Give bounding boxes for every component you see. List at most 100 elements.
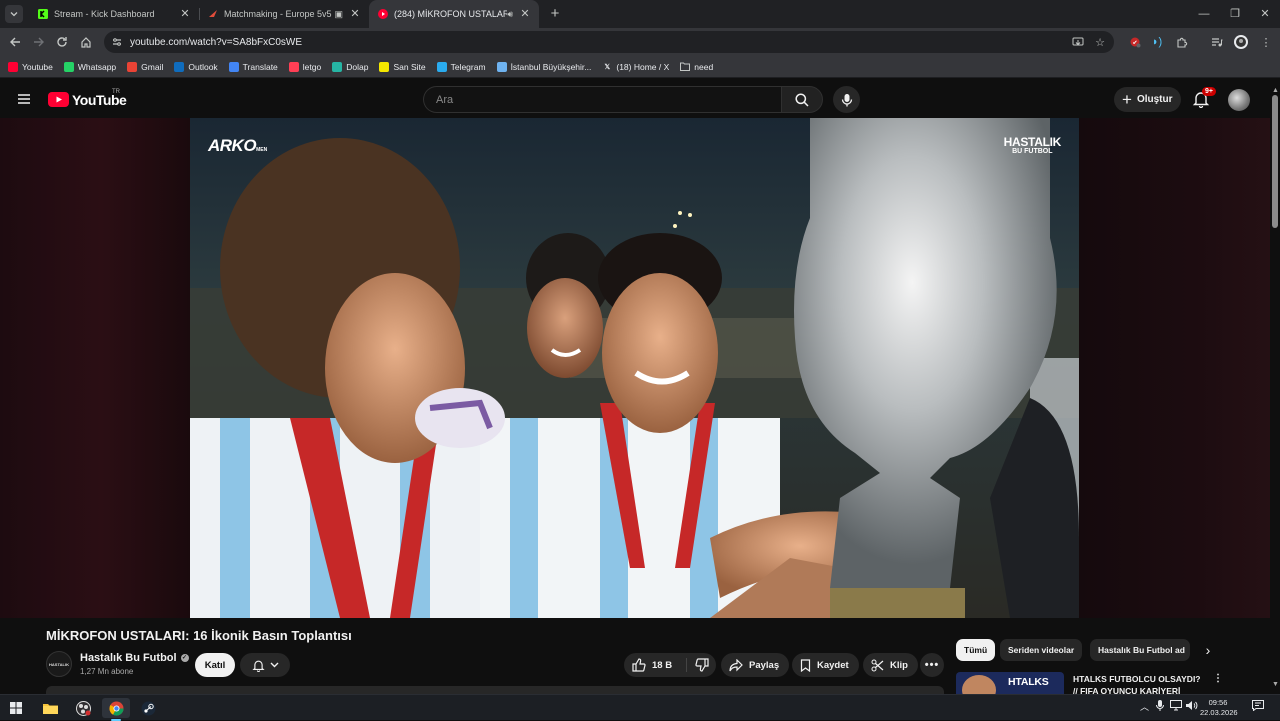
restore-icon[interactable]: ❐ [1218,0,1252,28]
dislike-button[interactable] [690,653,714,677]
notifications-button[interactable]: 9+ [1192,87,1216,110]
kick-icon [38,9,48,19]
file-explorer-icon[interactable] [36,698,64,718]
search-button[interactable] [781,86,823,113]
scrollbar-thumb[interactable] [1272,95,1278,228]
menu-icon[interactable] [16,91,32,107]
close-tab-icon[interactable]: ✕ [349,8,361,20]
youtube-icon [378,9,388,19]
browser-tab-active[interactable]: (284) MİKROFON USTALAR 🔊︎ ✕ [369,0,539,28]
bookmark-label: Outlook [188,61,218,72]
audio-extension-icon[interactable]: ◗) [1146,31,1168,53]
bookmark-item[interactable]: İstanbul Büyükşehir... [496,61,591,72]
obs-icon[interactable] [69,698,97,718]
bookmark-label: Translate [242,61,278,72]
youtube-play-icon [48,92,69,107]
join-button[interactable]: Katıl [195,653,235,677]
bookmark-item[interactable]: Telegram [436,61,486,72]
bookmark-item[interactable]: Youtube [8,61,53,72]
audio-playing-icon[interactable]: 🔊︎ [507,9,513,20]
bookmark-label: letgo [302,61,322,72]
tray-chevron-up-icon[interactable]: ︿ [1140,700,1149,713]
bookmarks-bar: Youtube Whatsapp Gmail Outlook Translate letg… [0,56,1280,78]
home-icon[interactable] [74,30,98,54]
scroll-down-icon[interactable]: ▼ [1272,681,1279,688]
thumbs-down-icon [695,658,709,672]
description-box[interactable] [46,686,944,694]
share-label: Paylaş [749,659,780,671]
voice-search-button[interactable] [833,86,860,113]
profile-avatar[interactable] [1230,31,1252,53]
video-player[interactable]: ARKOMEN HASTALIK BU FUTBOL [0,118,1270,618]
youtube-logo[interactable]: YouTube TR [48,89,127,108]
page-scrollbar[interactable]: ▲ ▼ [1270,81,1280,694]
bookmark-item[interactable]: Gmail [127,61,163,72]
extensions-puzzle-icon[interactable] [1171,31,1193,53]
close-window-icon[interactable]: ✕ [1248,0,1280,28]
close-tab-icon[interactable]: ✕ [519,8,531,20]
windows-start-icon[interactable] [2,698,30,718]
channel-avatar[interactable]: HASTALIK [46,651,72,677]
bookmark-item[interactable]: Outlook [174,61,218,72]
channel-name-link[interactable]: Hastalık Bu Futbol ✓ [80,652,189,664]
share-button[interactable]: Paylaş [721,653,790,677]
chip-all[interactable]: Tümü [956,639,996,661]
chevron-right-icon[interactable]: › [1198,640,1218,660]
account-avatar[interactable] [1228,89,1250,111]
recommended-video-thumbnail[interactable]: HTALKS [956,672,1064,694]
chrome-menu-icon[interactable]: ⋮ [1255,31,1277,53]
back-icon[interactable] [3,30,27,54]
like-button[interactable]: 18 B [624,653,682,677]
watermark-left-small: MEN [256,147,268,153]
reload-icon[interactable] [50,30,74,54]
notification-center-icon[interactable] [1252,700,1264,711]
minimize-icon[interactable]: — [1187,0,1221,28]
recommended-video-title[interactable]: HTALKS FUTBOLCU OLSAYDI? // FIFA OYUNCU … [1073,673,1203,694]
chevron-down-icon [270,662,278,668]
create-button[interactable]: + Oluştur [1114,87,1181,112]
recommended-title-line1: HTALKS FUTBOLCU OLSAYDI? [1073,674,1201,684]
forward-icon[interactable] [27,30,51,54]
save-button[interactable]: Kaydet [792,653,859,677]
system-clock[interactable]: 09:56 22.03.2026 [1200,698,1238,718]
chrome-taskbar-icon[interactable] [102,698,130,721]
bookmark-star-icon[interactable]: ☆ [1089,31,1111,53]
bookmark-item[interactable]: Dolap [332,61,368,72]
video-frame[interactable]: ARKOMEN HASTALIK BU FUTBOL [190,118,1079,618]
bookmark-item[interactable]: Translate [228,61,278,72]
bookmark-item[interactable]: San Site [379,61,426,72]
bookmark-item[interactable]: Whatsapp [63,61,116,72]
chip-channel[interactable]: Hastalık Bu Futbol ad [1090,639,1190,661]
url-text: youtube.com/watch?v=SA8bFxC0sWE [130,36,303,48]
steam-icon[interactable] [134,698,162,718]
browser-tab[interactable]: Matchmaking - Europe 5v5 ▣ ✕ [199,0,369,28]
new-tab-button[interactable]: + [545,4,565,24]
scroll-up-icon[interactable]: ▲ [1272,87,1279,94]
chip-series[interactable]: Seriden videolar [1000,639,1083,661]
more-actions-button[interactable]: ••• [920,653,944,677]
close-tab-icon[interactable]: ✕ [179,8,191,20]
search-input[interactable]: Ara [423,86,782,113]
address-bar[interactable]: youtube.com/watch?v=SA8bFxC0sWE [104,31,1114,53]
country-code: TR [112,89,120,95]
site-info-icon[interactable] [112,37,122,47]
subscription-bell-button[interactable] [240,653,290,677]
tray-microphone-icon[interactable] [1156,700,1164,711]
clip-button[interactable]: Klip [863,653,918,677]
channel-name: Hastalık Bu Futbol [80,652,177,664]
bookmark-item[interactable]: 𝕏 (18) Home / X [602,61,670,72]
extension-icon[interactable]: ✔ [1124,31,1146,53]
bookmark-item[interactable]: need [680,62,713,72]
watermark-right-line1: HASTALIK [1003,135,1062,149]
media-control-icon[interactable] [1206,31,1228,53]
bookmark-label: (18) Home / X [616,61,670,72]
outlook-icon [174,61,185,72]
tab-search-button[interactable] [5,5,23,23]
tray-network-icon[interactable] [1170,700,1182,711]
recommended-menu-icon[interactable]: ⋮ [1212,673,1224,687]
tray-volume-icon[interactable] [1186,700,1198,711]
bookmark-item[interactable]: letgo [288,61,322,72]
browser-tab[interactable]: Stream - Kick Dashboard ✕ [29,0,199,28]
like-separator [686,658,687,672]
install-app-icon[interactable] [1067,31,1089,53]
